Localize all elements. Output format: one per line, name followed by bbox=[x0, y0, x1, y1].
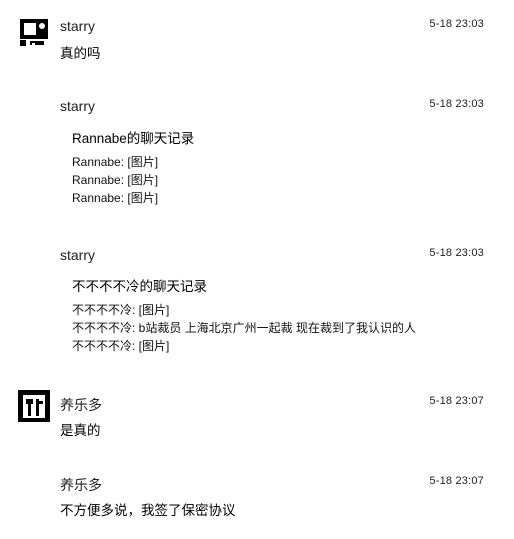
message-text: 不方便多说，我签了保密协议 bbox=[60, 503, 236, 518]
chat-record-line: 不不不不冷: [图片] bbox=[72, 339, 170, 353]
sender-name[interactable]: starry bbox=[60, 98, 95, 114]
avatar[interactable] bbox=[18, 16, 50, 48]
timestamp: 5-18 23:03 bbox=[429, 98, 484, 110]
chat-record-title: Rannabe的聊天记录 bbox=[72, 131, 195, 146]
message-text: 真的吗 bbox=[60, 46, 101, 61]
sender-name[interactable]: starry bbox=[60, 247, 95, 263]
message-text: 是真的 bbox=[60, 423, 101, 438]
chat-record-line: Rannabe: [图片] bbox=[72, 155, 159, 169]
sender-name[interactable]: 养乐多 bbox=[60, 395, 102, 415]
chat-record-title: 不不不不冷的聊天记录 bbox=[72, 279, 207, 294]
chat-record-line: Rannabe: [图片] bbox=[72, 173, 159, 187]
forwarded-chat-record[interactable]: Rannabe的聊天记录 Rannabe: [图片] Rannabe: [图片]… bbox=[72, 131, 194, 207]
timestamp: 5-18 23:07 bbox=[429, 475, 484, 487]
timestamp: 5-18 23:03 bbox=[429, 18, 484, 30]
forwarded-chat-record[interactable]: 不不不不冷的聊天记录 不不不不冷: [图片] 不不不不冷: b站裁员 上海北京广… bbox=[72, 279, 416, 355]
timestamp: 5-18 23:07 bbox=[429, 395, 484, 407]
chat-record-line: Rannabe: [图片] bbox=[72, 191, 159, 205]
avatar[interactable] bbox=[18, 390, 50, 422]
sender-name[interactable]: 养乐多 bbox=[60, 475, 102, 495]
sender-name[interactable]: starry bbox=[60, 18, 95, 34]
timestamp: 5-18 23:03 bbox=[429, 247, 484, 259]
chat-record-line: 不不不不冷: b站裁员 上海北京广州一起裁 现在裁到了我认识的人 bbox=[72, 321, 417, 335]
chat-record-line: 不不不不冷: [图片] bbox=[72, 303, 170, 317]
